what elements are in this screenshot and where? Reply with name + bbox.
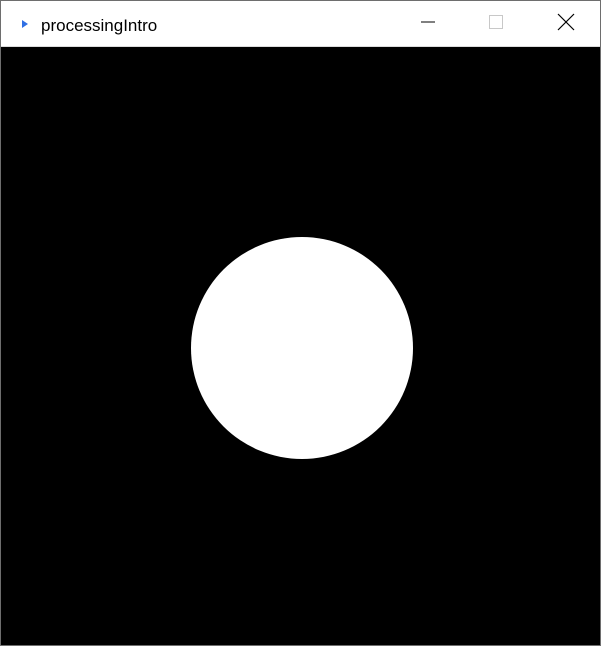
close-icon xyxy=(557,13,575,36)
white-circle xyxy=(191,237,413,459)
app-window: processingIntro xyxy=(0,0,601,646)
close-button[interactable] xyxy=(543,1,589,47)
maximize-icon xyxy=(488,14,504,35)
title-bar[interactable]: processingIntro xyxy=(1,1,600,47)
processing-play-icon[interactable] xyxy=(20,17,30,31)
minimize-icon xyxy=(420,14,436,35)
sketch-canvas[interactable] xyxy=(1,47,600,645)
maximize-button[interactable] xyxy=(473,1,519,47)
sketch-drawing xyxy=(1,47,600,645)
window-title: processingIntro xyxy=(41,16,158,35)
minimize-button[interactable] xyxy=(405,1,451,47)
